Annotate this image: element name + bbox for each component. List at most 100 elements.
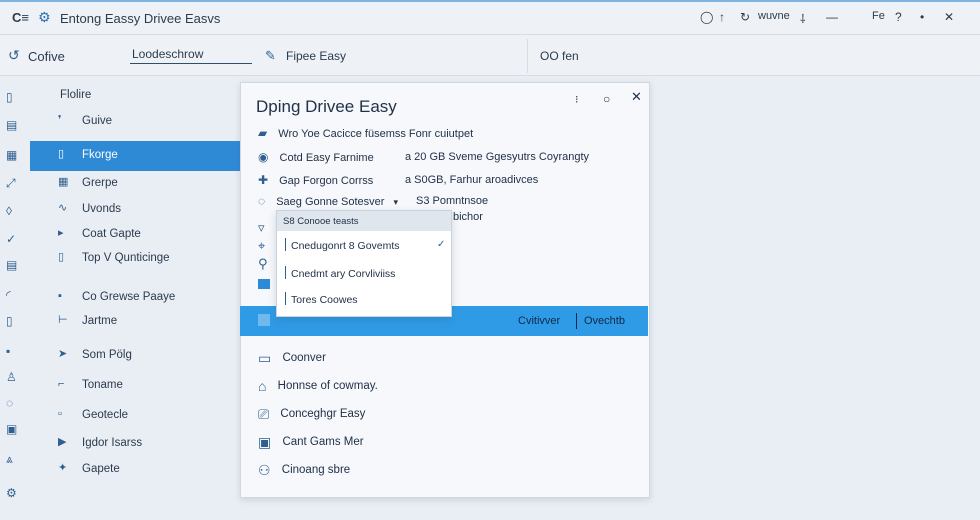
sidebar-item-label: Gapete	[82, 463, 120, 475]
clip-icon: ⌐	[58, 378, 65, 390]
refresh-icon[interactable]: ↻	[740, 10, 750, 24]
rail-user-icon[interactable]: ♙	[6, 370, 17, 384]
settings-gear-icon[interactable]: ⚙	[38, 9, 51, 26]
close-icon[interactable]: ✕	[944, 10, 954, 24]
bottom-item[interactable]: ⌂ Honnse of cowmay.	[258, 379, 378, 393]
dropdown-item-label: Cnedmt ary Corvliviiss	[291, 268, 396, 280]
toolbar-label: Cofive	[28, 49, 65, 64]
star-icon: ✦	[58, 462, 68, 474]
rail-up-icon[interactable]: ⩓	[6, 452, 13, 467]
banner-link[interactable]: Ovechtb	[584, 315, 625, 327]
rail-check-icon[interactable]: ✓	[6, 232, 16, 246]
sidebar-item-label: Grerpe	[82, 177, 118, 189]
title-bar-accent-line	[0, 0, 980, 2]
option-row[interactable]: ◌ Saeg Gonne Sotesver ▾	[258, 195, 398, 208]
sidebar-item-active[interactable]: ▯ Fkorge	[30, 141, 240, 171]
sidebar-item[interactable]: ▸ Coat Gapte	[30, 223, 240, 247]
dropdown-header: S8 Conooe teasts	[277, 211, 451, 231]
display-icon: ⎚	[258, 406, 270, 422]
sidebar-item[interactable]: ▯ Top V Qunticinge	[30, 247, 240, 271]
rail-list-icon[interactable]: ▤	[6, 118, 17, 132]
bottom-item[interactable]: ▭ Coonver	[258, 351, 326, 365]
help-icon[interactable]: ?	[895, 10, 902, 24]
small-arrow-icon[interactable]: ↑	[719, 10, 725, 24]
bottom-item[interactable]: ▣ Cant Gams Mer	[258, 435, 364, 449]
option-label: Saeg Gonne Sotesver	[276, 196, 385, 208]
sidebar: Flolire ❜ Guive ▯ Fkorge ▦ Grerpe ∿ Uvon…	[30, 76, 240, 520]
rail-grid-icon[interactable]: ▦	[6, 148, 17, 162]
minus-icon[interactable]: —	[826, 10, 838, 24]
sidebar-item[interactable]: ▶ Igdor Isarss	[30, 432, 240, 456]
dropdown-item-label: Cnedugonrt 8 Govemts	[291, 240, 400, 252]
box-icon: ▪	[58, 290, 62, 302]
sidebar-item[interactable]: ⌐ Toname	[30, 374, 240, 398]
option-row[interactable]: ◉ Cotd Easy Farnime	[258, 151, 374, 164]
dialog-menu-icon[interactable]: ⁝	[575, 93, 579, 106]
sidebar-item[interactable]: ▪ Co Grewse Paaye	[30, 286, 240, 310]
bottom-item-label: Honnse of cowmay.	[277, 380, 378, 392]
page-icon: ▯	[58, 148, 65, 160]
banner-link[interactable]: Cvitivver	[518, 315, 560, 327]
rail-table-icon[interactable]: ▤	[6, 258, 17, 272]
sidebar-item[interactable]: ▫ Geotecle	[30, 404, 240, 428]
titlebar-label-2: Fe	[872, 10, 885, 22]
window-title: Entong Eassy Drivee Easvs	[60, 11, 221, 26]
shield-small-icon: ▿	[258, 220, 265, 235]
grid-icon: ▦	[58, 176, 69, 188]
sidebar-item[interactable]: ❜ Guive	[30, 110, 240, 134]
option-detail: S3 Pomntnsoe	[416, 195, 489, 207]
pin-icon[interactable]: ⸸	[800, 10, 806, 27]
sidebar-item[interactable]: ▦ Grerpe	[30, 172, 240, 196]
arrow-icon: ➤	[58, 348, 68, 360]
sidebar-item-label: Guive	[82, 115, 113, 127]
camera-icon: ▣	[258, 434, 272, 450]
option-row[interactable]: ✚ Gap Forgon Corrss	[258, 174, 373, 187]
sidebar-item-label: Top V Qunticinge	[82, 252, 170, 264]
rail-drop-icon[interactable]: ◊	[6, 204, 12, 218]
icon-rail: ▯ ▤ ▦ ⤢ ◊ ✓ ▤ ◜ ▯ ▪ ♙ ◌ ▣ ⩓ ⚙	[0, 76, 24, 520]
dialog-close-icon[interactable]: ✕	[631, 89, 642, 105]
rail-link-icon[interactable]: ⤢	[6, 176, 16, 191]
option-row[interactable]: ▰ Wro Yoe Cacicce füsemss Fonr cuiutpet	[258, 127, 473, 140]
tag-icon: ⊢	[58, 314, 68, 326]
back-icon[interactable]: ↺	[8, 47, 20, 64]
sidebar-item[interactable]: ∿ Uvonds	[30, 198, 240, 222]
square-icon: ▫	[58, 408, 62, 420]
home-icon: ⌂	[258, 378, 267, 394]
dropdown-item[interactable]: Cnedmt ary Corvliviiss	[277, 261, 451, 285]
dropdown-item[interactable]: Cnedugonrt 8 Govemts ✓	[277, 233, 451, 257]
bottom-item[interactable]: ⎚ Conceghgr Easy	[258, 407, 365, 421]
bottom-item-label: Coonver	[282, 352, 326, 364]
dialog-maximize-icon[interactable]: ○	[603, 92, 610, 106]
rail-doc-icon[interactable]: ▯	[6, 90, 13, 104]
rail-gear-icon[interactable]: ⚙	[6, 486, 17, 500]
check-icon: ✓	[437, 239, 446, 250]
sidebar-item-label: Flolire	[60, 89, 92, 101]
bottom-item[interactable]: ⚇ Cinoang sbre	[258, 463, 350, 477]
toolbar: ↺ Cofive ✎ Fipee Easy OO fen	[0, 35, 980, 76]
sidebar-item[interactable]: ⊢ Jartme	[30, 310, 240, 334]
sidebar-item-label: Toname	[82, 379, 123, 391]
edit-icon[interactable]: ✎	[265, 48, 276, 64]
rail-arc-icon[interactable]: ◜	[6, 288, 11, 302]
search-input[interactable]	[130, 45, 252, 64]
rail-box-icon[interactable]: ▪	[6, 344, 10, 358]
bullet-icon[interactable]: •	[920, 10, 924, 24]
dropdown-item[interactable]: Tores Coowes	[277, 287, 451, 311]
sidebar-item[interactable]: ➤ Som Pölg	[30, 344, 240, 368]
sidebar-item-label: Som Pölg	[82, 349, 132, 361]
circle-icon[interactable]: ◯	[700, 10, 713, 24]
chevron-down-icon[interactable]: ▾	[394, 197, 399, 207]
sidebar-item[interactable]: Flolire	[30, 84, 240, 108]
rail-phone-icon[interactable]: ▯	[6, 314, 13, 328]
doc-icon: ▯	[58, 251, 65, 263]
toolbar-action-label[interactable]: Fipee Easy	[286, 49, 346, 63]
bottom-item-label: Cant Gams Mer	[282, 436, 364, 448]
rail-ring-icon[interactable]: ◌	[6, 396, 13, 410]
sidebar-item[interactable]: ✦ Gapete	[30, 458, 240, 482]
toolbar-right-label[interactable]: OO fen	[540, 49, 579, 63]
blue-marker	[258, 279, 270, 289]
pin-small-icon: ⌖	[258, 238, 266, 253]
user-icon: ⚇	[258, 462, 271, 478]
rail-square-icon[interactable]: ▣	[6, 422, 17, 436]
